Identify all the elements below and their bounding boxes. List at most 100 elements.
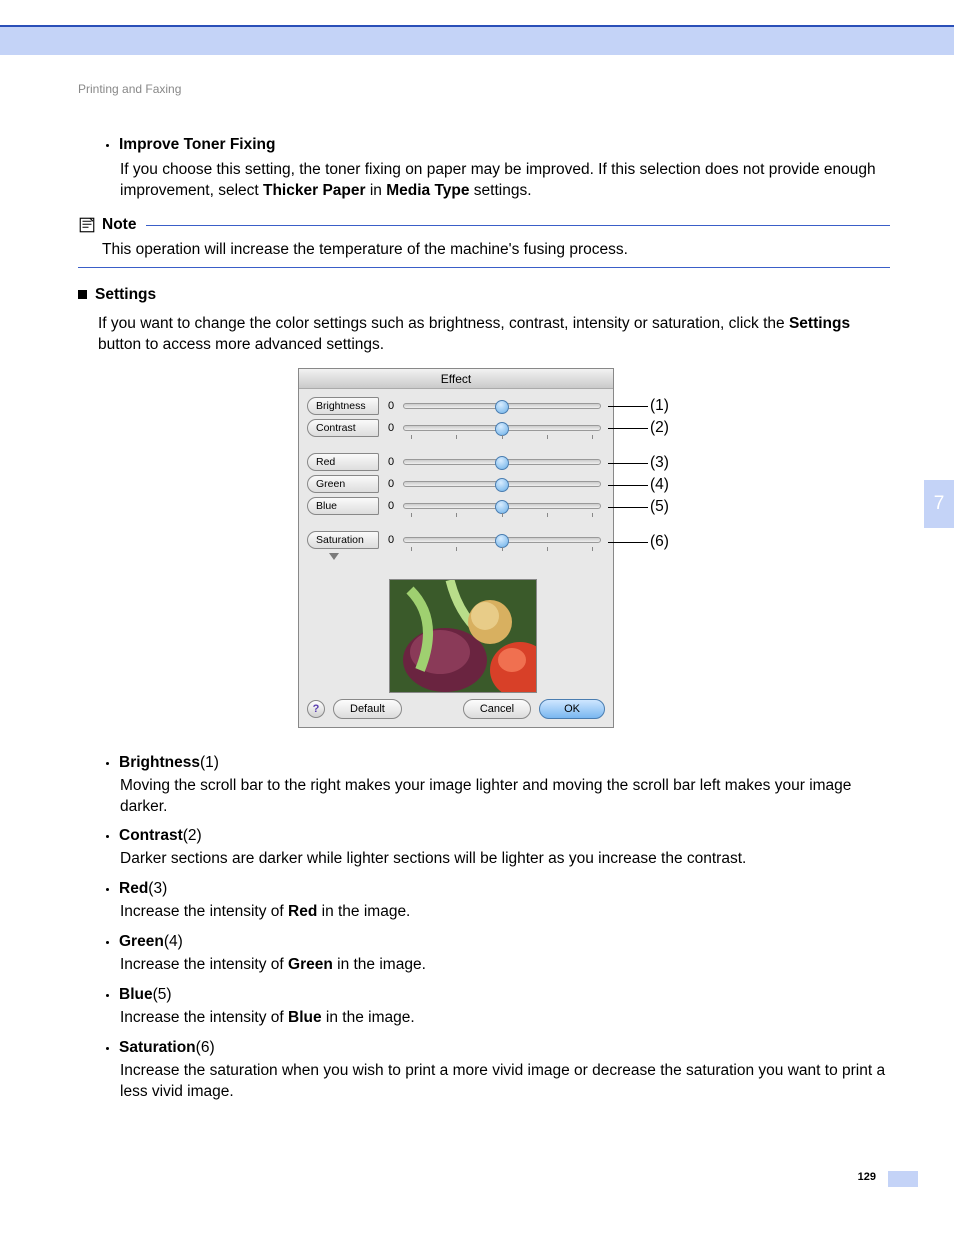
green-item-title: Green bbox=[119, 933, 164, 951]
bullet-icon bbox=[106, 994, 109, 997]
callout-line bbox=[608, 485, 648, 486]
text: If you want to change the color settings… bbox=[98, 315, 789, 332]
contrast-item-title: Contrast bbox=[119, 827, 183, 845]
contrast-label: Contrast bbox=[307, 419, 379, 437]
note-label: Note bbox=[102, 216, 136, 234]
contrast-slider[interactable]: Contrast 0 bbox=[307, 417, 605, 439]
slider-ticks bbox=[411, 435, 593, 441]
saturation-item-title: Saturation bbox=[119, 1039, 196, 1057]
slider-thumb-icon[interactable] bbox=[495, 456, 509, 470]
effect-panel: Effect Brightness 0 Contrast 0 Red bbox=[298, 368, 614, 728]
callout-6: (6) bbox=[650, 533, 669, 551]
square-bullet-icon bbox=[78, 290, 87, 299]
note-heading-row: Note bbox=[78, 216, 890, 234]
text: settings. bbox=[469, 182, 531, 199]
contrast-item-num: (2) bbox=[183, 827, 202, 845]
header-band bbox=[0, 25, 954, 55]
slider-thumb-icon[interactable] bbox=[495, 534, 509, 548]
bullet-icon bbox=[106, 941, 109, 944]
improve-toner-heading: Improve Toner Fixing bbox=[106, 136, 890, 154]
slider-track[interactable] bbox=[403, 459, 601, 465]
slider-thumb-icon[interactable] bbox=[495, 500, 509, 514]
blue-label: Blue bbox=[307, 497, 379, 515]
slider-thumb-icon[interactable] bbox=[495, 422, 509, 436]
green-item-num: (4) bbox=[164, 933, 183, 951]
contrast-value: 0 bbox=[379, 422, 403, 434]
default-button[interactable]: Default bbox=[333, 699, 402, 719]
slider-thumb-icon[interactable] bbox=[495, 478, 509, 492]
blue-value: 0 bbox=[379, 500, 403, 512]
callout-2: (2) bbox=[650, 419, 669, 437]
brightness-item-title: Brightness bbox=[119, 754, 200, 772]
callout-4: (4) bbox=[650, 476, 669, 494]
red-item-body: Increase the intensity of Red in the ima… bbox=[120, 902, 890, 923]
improve-toner-title: Improve Toner Fixing bbox=[119, 136, 275, 154]
red-item-title: Red bbox=[119, 880, 148, 898]
callout-line bbox=[608, 463, 648, 464]
blue-item-head: Blue (5) bbox=[106, 986, 890, 1004]
green-value: 0 bbox=[379, 478, 403, 490]
callout-3: (3) bbox=[650, 454, 669, 472]
slider-track[interactable] bbox=[403, 425, 601, 431]
improve-toner-body: If you choose this setting, the toner fi… bbox=[120, 160, 890, 202]
note-icon bbox=[78, 216, 96, 234]
slider-track[interactable] bbox=[403, 503, 601, 509]
brightness-value: 0 bbox=[379, 400, 403, 412]
breadcrumb: Printing and Faxing bbox=[78, 82, 890, 96]
button-row: ? Default Cancel OK bbox=[307, 699, 605, 719]
page-number-bar bbox=[888, 1171, 918, 1187]
red-item-num: (3) bbox=[148, 880, 167, 898]
slider-thumb-icon[interactable] bbox=[495, 400, 509, 414]
green-item-head: Green (4) bbox=[106, 933, 890, 951]
brightness-item-head: Brightness (1) bbox=[106, 754, 890, 772]
note-rule-top bbox=[146, 225, 890, 226]
text: button to access more advanced settings. bbox=[98, 336, 384, 353]
media-type-bold: Media Type bbox=[386, 182, 469, 199]
preview-image bbox=[389, 579, 537, 693]
contrast-item-head: Contrast (2) bbox=[106, 827, 890, 845]
settings-heading: Settings bbox=[78, 286, 890, 304]
saturation-label: Saturation bbox=[307, 531, 379, 549]
callout-5: (5) bbox=[650, 498, 669, 516]
slider-track[interactable] bbox=[403, 403, 601, 409]
callout-line bbox=[608, 428, 648, 429]
slider-track[interactable] bbox=[403, 481, 601, 487]
slider-group-3: Saturation 0 bbox=[299, 523, 613, 551]
saturation-item-head: Saturation (6) bbox=[106, 1039, 890, 1057]
slider-ticks bbox=[411, 547, 593, 553]
blue-item-num: (5) bbox=[153, 986, 172, 1004]
settings-title: Settings bbox=[95, 286, 156, 304]
settings-bold: Settings bbox=[789, 315, 850, 332]
red-item-head: Red (3) bbox=[106, 880, 890, 898]
effect-diagram: Effect Brightness 0 Contrast 0 Red bbox=[78, 368, 890, 738]
settings-body: If you want to change the color settings… bbox=[98, 314, 890, 356]
green-item-body: Increase the intensity of Green in the i… bbox=[120, 955, 890, 976]
contrast-item-body: Darker sections are darker while lighter… bbox=[120, 849, 890, 870]
brightness-slider[interactable]: Brightness 0 bbox=[307, 395, 605, 417]
saturation-item-body: Increase the saturation when you wish to… bbox=[120, 1061, 890, 1103]
green-slider[interactable]: Green 0 bbox=[307, 473, 605, 495]
blue-slider[interactable]: Blue 0 bbox=[307, 495, 605, 517]
effect-titlebar: Effect bbox=[299, 369, 613, 389]
red-label: Red bbox=[307, 453, 379, 471]
help-button[interactable]: ? bbox=[307, 700, 325, 718]
ok-button[interactable]: OK bbox=[539, 699, 605, 719]
thicker-paper-bold: Thicker Paper bbox=[263, 182, 366, 199]
saturation-value: 0 bbox=[379, 534, 403, 546]
blue-item-title: Blue bbox=[119, 986, 153, 1004]
brightness-label: Brightness bbox=[307, 397, 379, 415]
red-value: 0 bbox=[379, 456, 403, 468]
green-label: Green bbox=[307, 475, 379, 493]
saturation-slider[interactable]: Saturation 0 bbox=[307, 529, 605, 551]
red-slider[interactable]: Red 0 bbox=[307, 451, 605, 473]
cancel-button[interactable]: Cancel bbox=[463, 699, 531, 719]
bullet-icon bbox=[106, 1047, 109, 1050]
disclosure-triangle-icon[interactable] bbox=[329, 553, 339, 560]
description-list: Brightness (1) Moving the scroll bar to … bbox=[78, 754, 890, 1103]
slider-track[interactable] bbox=[403, 537, 601, 543]
note-text: This operation will increase the tempera… bbox=[102, 240, 890, 261]
callout-line bbox=[608, 542, 648, 543]
brightness-item-body: Moving the scroll bar to the right makes… bbox=[120, 776, 890, 818]
blue-item-body: Increase the intensity of Blue in the im… bbox=[120, 1008, 890, 1029]
callout-line bbox=[608, 507, 648, 508]
